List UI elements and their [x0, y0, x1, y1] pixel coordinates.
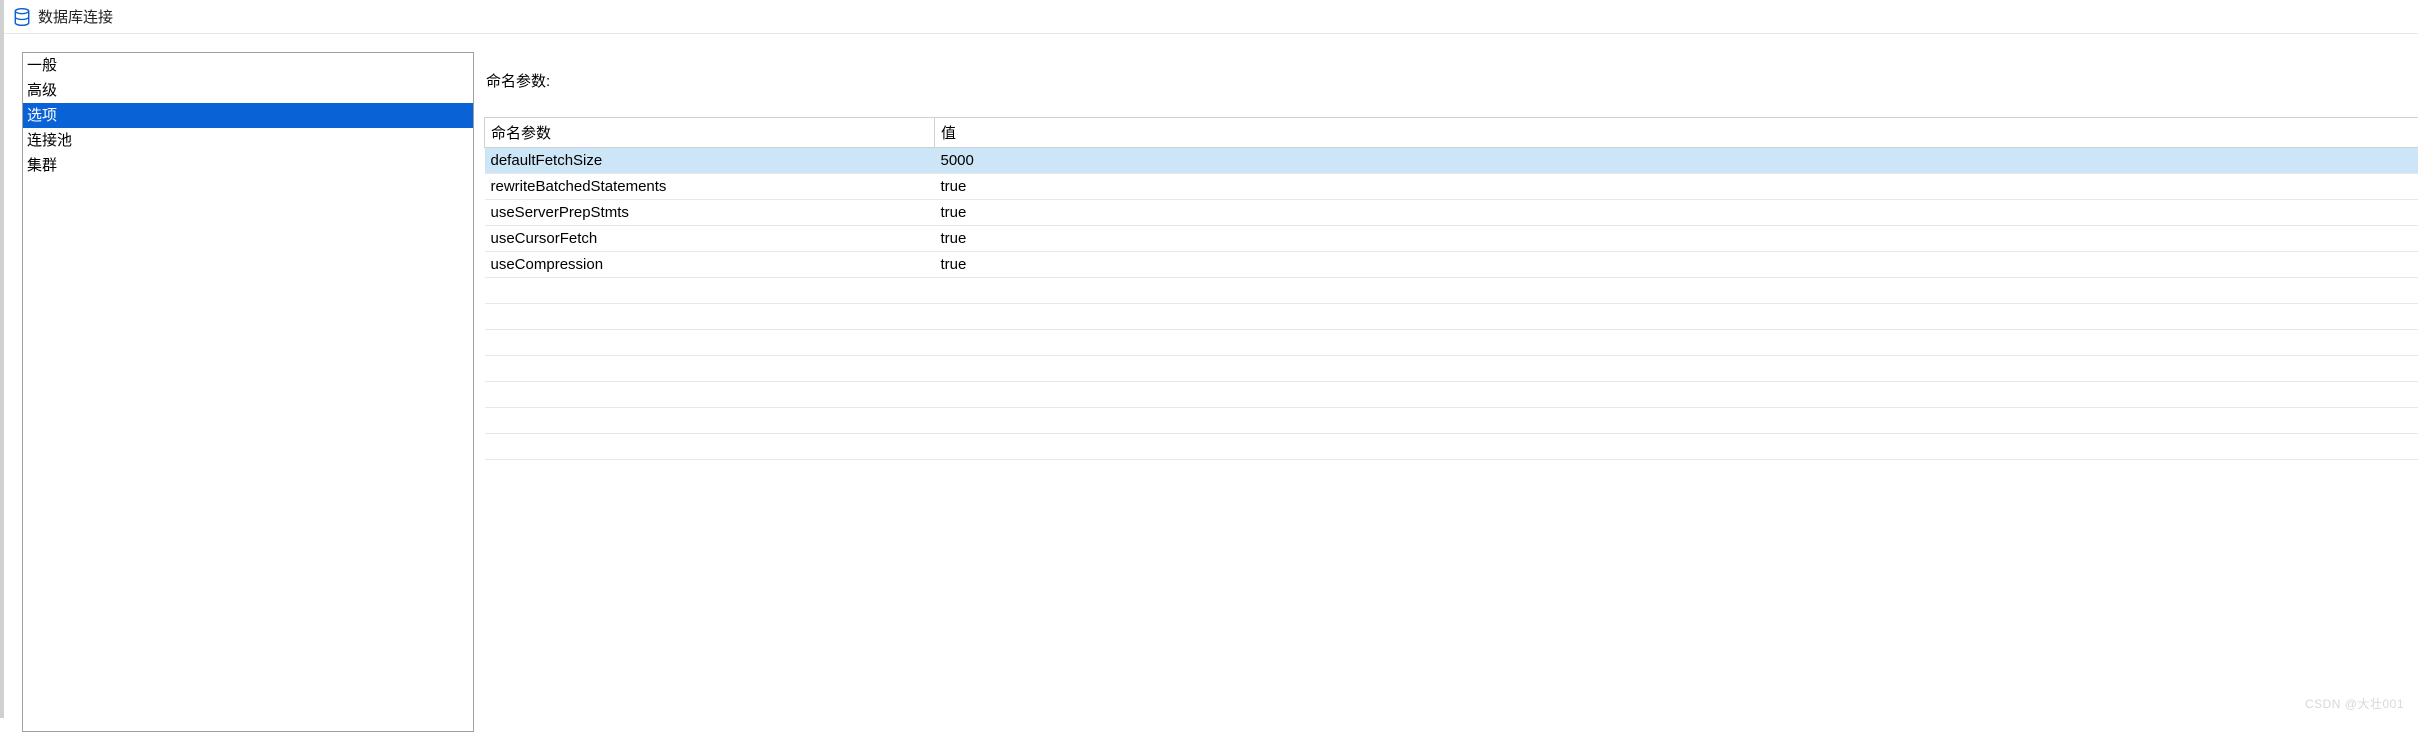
cell-param-value[interactable]: true	[935, 174, 2418, 200]
sidebar: 一般 高级 选项 连接池 集群	[22, 52, 474, 732]
main-panel: 命名参数: 命名参数 值 defaultFetchSize 5000 rewri…	[484, 52, 2418, 732]
cell-param-name[interactable]: defaultFetchSize	[485, 148, 935, 174]
table-row-empty[interactable]	[485, 434, 2418, 460]
sidebar-item-cluster[interactable]: 集群	[23, 153, 473, 178]
column-header-value[interactable]: 值	[935, 118, 2418, 148]
table-row[interactable]: useCompression true	[485, 252, 2418, 278]
table-row-empty[interactable]	[485, 408, 2418, 434]
cell-param-value[interactable]: true	[935, 226, 2418, 252]
window: 数据库连接 一般 高级 选项 连接池 集群 命名参数: 命名参数 值 de	[0, 0, 2418, 718]
table-row-empty[interactable]	[485, 330, 2418, 356]
cell-param-value[interactable]: true	[935, 200, 2418, 226]
cell-param-value[interactable]: true	[935, 252, 2418, 278]
column-header-name[interactable]: 命名参数	[485, 118, 935, 148]
cell-param-name[interactable]: useCursorFetch	[485, 226, 935, 252]
cell-param-name[interactable]: useCompression	[485, 252, 935, 278]
params-table: 命名参数 值 defaultFetchSize 5000 rewriteBatc…	[484, 117, 2418, 460]
window-title: 数据库连接	[38, 6, 113, 27]
sidebar-item-advanced[interactable]: 高级	[23, 78, 473, 103]
table-row[interactable]: rewriteBatchedStatements true	[485, 174, 2418, 200]
table-row[interactable]: defaultFetchSize 5000	[485, 148, 2418, 174]
table-row-empty[interactable]	[485, 304, 2418, 330]
content-area: 一般 高级 选项 连接池 集群 命名参数: 命名参数 值 defaultFetc…	[4, 34, 2418, 732]
title-bar: 数据库连接	[4, 0, 2418, 34]
table-row[interactable]: useServerPrepStmts true	[485, 200, 2418, 226]
cell-param-name[interactable]: useServerPrepStmts	[485, 200, 935, 226]
section-label: 命名参数:	[484, 70, 2418, 91]
cell-param-value[interactable]: 5000	[935, 148, 2418, 174]
cell-param-name[interactable]: rewriteBatchedStatements	[485, 174, 935, 200]
database-icon	[12, 7, 32, 27]
sidebar-item-pool[interactable]: 连接池	[23, 128, 473, 153]
table-row-empty[interactable]	[485, 356, 2418, 382]
watermark: CSDN @大壮001	[2305, 695, 2404, 712]
table-row-empty[interactable]	[485, 278, 2418, 304]
sidebar-item-general[interactable]: 一般	[23, 53, 473, 78]
table-header-row: 命名参数 值	[485, 118, 2418, 148]
sidebar-item-options[interactable]: 选项	[23, 103, 473, 128]
table-row[interactable]: useCursorFetch true	[485, 226, 2418, 252]
table-row-empty[interactable]	[485, 382, 2418, 408]
